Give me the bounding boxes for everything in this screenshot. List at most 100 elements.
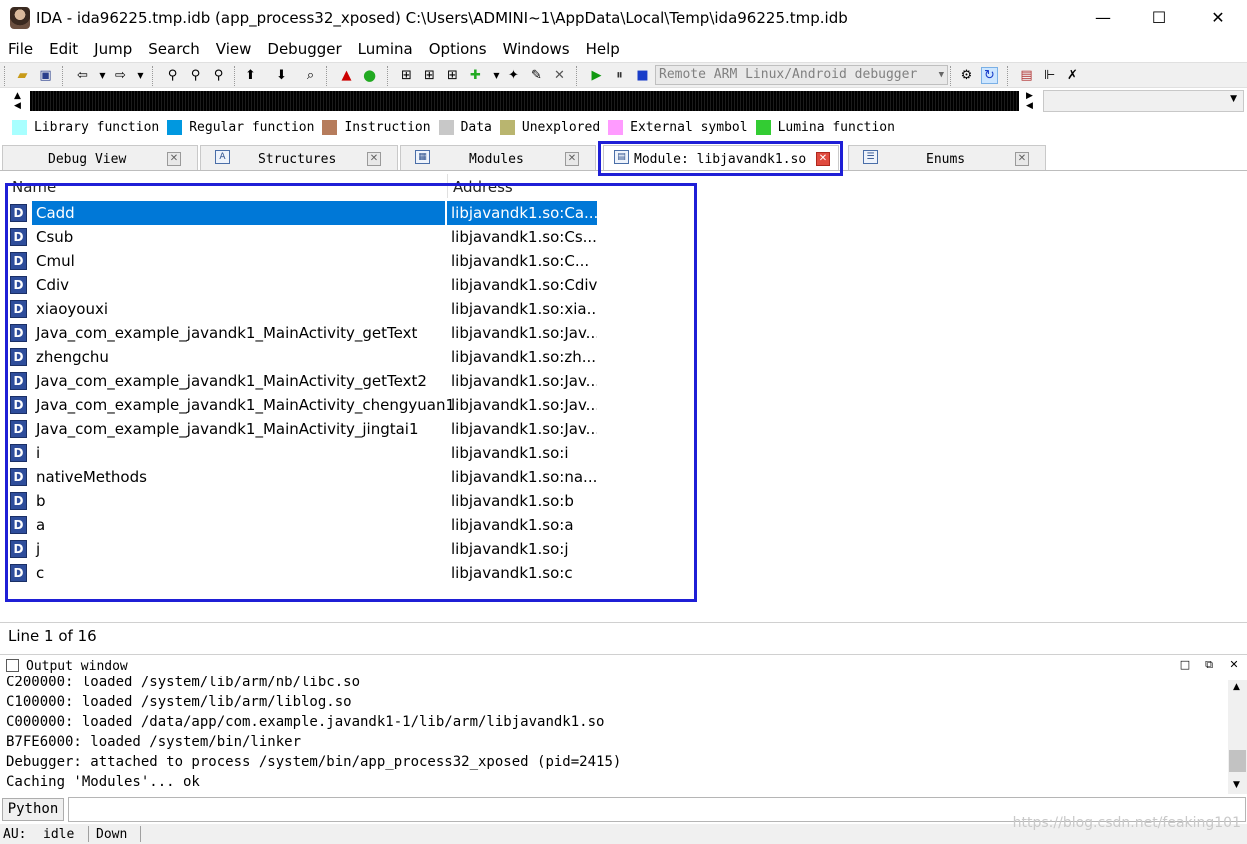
add-icon[interactable]: ✚ (467, 67, 484, 84)
toolbar: ▰ ▣ ⇦ ▼ ⇨ ▼ ⚲ ⚲ ⚲ ⬆ ⬇ ⌕ ▲ ● ⊞ ⊞ ⊞ ✚ ▼ ✦ … (0, 62, 1247, 88)
tracing-icon[interactable]: ⊩ (1041, 67, 1058, 84)
tab-modules[interactable]: ▦ Modules ✕ (400, 145, 596, 170)
menu-file[interactable]: File (0, 38, 41, 62)
output-log[interactable]: C200000: loaded /system/lib/arm/nb/libc.… (0, 676, 1228, 794)
pause-icon[interactable]: ⏸ (611, 67, 628, 84)
legend-label: Unexplored (521, 119, 601, 135)
string-icon[interactable]: ⊞ (444, 67, 461, 84)
menu-options[interactable]: Options (421, 38, 495, 62)
search-binary-icon[interactable]: ⚲ (164, 67, 181, 84)
minimize-button[interactable]: — (1080, 0, 1126, 34)
menu-debugger[interactable]: Debugger (259, 38, 349, 62)
legend-data: Data (438, 119, 492, 135)
legend-swatch (438, 119, 454, 135)
legend-external-symbol: External symbol (608, 119, 748, 135)
tab-structures[interactable]: A Structures ✕ (200, 145, 398, 170)
stop-icon[interactable]: ■ (634, 67, 651, 84)
legend-regular-function: Regular function (167, 119, 315, 135)
restore-icon[interactable]: □ (1178, 658, 1192, 672)
log-line: Debugger: attached to process /system/bi… (6, 754, 622, 770)
tab-close-icon[interactable]: ✕ (1015, 152, 1029, 166)
tab-close-icon[interactable]: ✕ (565, 152, 579, 166)
code-icon[interactable]: ⊞ (398, 67, 415, 84)
toolbar-separator (1007, 66, 1011, 86)
start-debug-icon[interactable]: ▶ (588, 67, 605, 84)
title-bar: IDA - ida96225.tmp.idb (app_process32_xp… (0, 0, 1247, 36)
clear-trace-icon[interactable]: ✗ (1064, 67, 1081, 84)
toolbar-separator (152, 66, 156, 86)
tab-enums[interactable]: ☰ Enums ✕ (848, 145, 1046, 170)
data-icon[interactable]: ⊞ (421, 67, 438, 84)
forward-arrow-icon[interactable]: ⇨ (112, 67, 129, 84)
search-text-icon[interactable]: ⚲ (187, 67, 204, 84)
back-dropdown-icon[interactable]: ▼ (94, 67, 111, 84)
menu-bar: File Edit Jump Search View Debugger Lumi… (0, 38, 628, 62)
toolbar-separator (950, 66, 954, 86)
attach-icon[interactable]: ⚙ (958, 67, 975, 84)
tab-debug-view[interactable]: Debug View ✕ (2, 145, 198, 170)
legend-swatch (608, 119, 624, 135)
add-dropdown-icon[interactable]: ▼ (488, 67, 505, 84)
jump-icon[interactable]: ⬆ (242, 67, 259, 84)
legend-swatch (755, 119, 771, 135)
edit-icon[interactable]: ✎ (528, 67, 545, 84)
green-circle-icon[interactable]: ● (361, 67, 378, 84)
menu-windows[interactable]: Windows (495, 38, 578, 62)
save-icon[interactable]: ▣ (37, 67, 54, 84)
warning-icon[interactable]: ▲ (338, 67, 355, 84)
search-direction: Down (96, 827, 128, 842)
toolbar-separator (234, 66, 238, 86)
tab-highlight-box (598, 141, 843, 176)
menu-jump[interactable]: Jump (86, 38, 140, 62)
line-status: Line 1 of 16 (8, 627, 97, 645)
menu-lumina[interactable]: Lumina (350, 38, 421, 62)
forward-dropdown-icon[interactable]: ▼ (132, 67, 149, 84)
debugger-select[interactable]: Remote ARM Linux/Android debugger ▼ (655, 65, 948, 85)
output-scrollbar[interactable]: ▲ ▼ (1228, 680, 1247, 794)
nav-band-right-arrows-icon[interactable]: ▶ ◀ (1026, 91, 1033, 111)
python-language-button[interactable]: Python (2, 798, 64, 821)
autoanalysis-state: idle (43, 827, 75, 842)
navigation-band[interactable] (30, 91, 1019, 111)
enums-icon: ☰ (863, 150, 878, 164)
chevron-down-icon: ▼ (938, 70, 944, 80)
watermark-text: https://blog.csdn.net/feaking101 (1012, 815, 1241, 831)
menu-view[interactable]: View (208, 38, 260, 62)
tab-label: Debug View (48, 152, 127, 167)
divider (0, 622, 1247, 623)
tab-label: Modules (469, 152, 524, 167)
down-arrow-icon[interactable]: ⬇ (273, 67, 290, 84)
nav-band-left-arrows-icon[interactable]: ▲ ◀ (14, 91, 21, 111)
maximize-button[interactable]: ☐ (1136, 0, 1182, 34)
xref-icon[interactable]: ⌕ (302, 67, 319, 84)
tab-close-icon[interactable]: ✕ (167, 152, 181, 166)
float-icon[interactable]: ⧉ (1202, 658, 1216, 672)
open-folder-icon[interactable]: ▰ (14, 67, 31, 84)
scroll-up-icon[interactable]: ▲ (1233, 682, 1240, 692)
breakpoint-list-icon[interactable]: ▤ (1018, 67, 1035, 84)
close-icon[interactable]: ✕ (1227, 658, 1241, 672)
step-icon[interactable]: ↻ (981, 67, 998, 84)
toolbar-separator (326, 66, 330, 86)
close-button[interactable]: ✕ (1195, 0, 1241, 34)
tab-label: Structures (258, 152, 337, 167)
search-immediate-icon[interactable]: ⚲ (210, 67, 227, 84)
back-arrow-icon[interactable]: ⇦ (74, 67, 91, 84)
toolbar-separator (387, 66, 391, 86)
scrollbar-thumb[interactable] (1229, 750, 1246, 772)
log-line: C200000: loaded /system/lib/arm/nb/libc.… (6, 676, 361, 690)
output-window-titlebar: Output window □ ⧉ ✕ (0, 654, 1247, 676)
undefine-icon[interactable]: ✕ (551, 67, 568, 84)
window-title: IDA - ida96225.tmp.idb (app_process32_xp… (36, 9, 848, 27)
segment-select[interactable]: ▼ (1043, 90, 1244, 112)
legend-label: Regular function (189, 119, 315, 135)
legend-instruction: Instruction (322, 119, 431, 135)
menu-edit[interactable]: Edit (41, 38, 86, 62)
menu-search[interactable]: Search (140, 38, 208, 62)
legend-swatch (167, 119, 183, 135)
autoanalysis-label: AU: (3, 827, 27, 842)
struct-icon[interactable]: ✦ (505, 67, 522, 84)
scroll-down-icon[interactable]: ▼ (1233, 780, 1240, 790)
menu-help[interactable]: Help (578, 38, 628, 62)
tab-close-icon[interactable]: ✕ (367, 152, 381, 166)
